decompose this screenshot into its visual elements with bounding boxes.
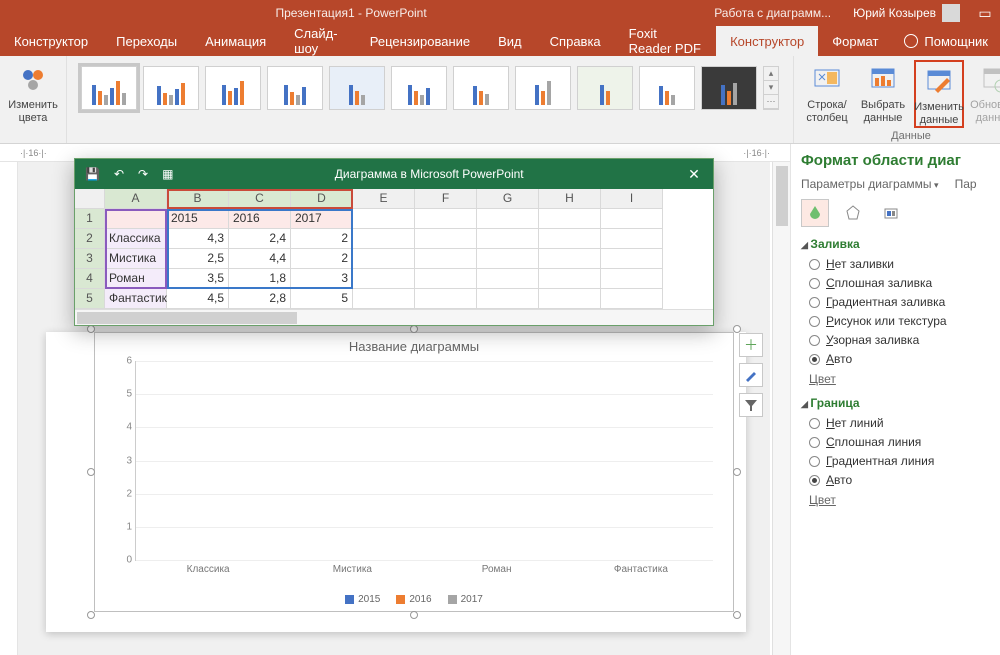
text-options-tab[interactable]: Пар — [955, 177, 977, 191]
palette-icon — [17, 64, 49, 96]
tell-me[interactable]: Помощник — [892, 26, 1000, 56]
fill-line-icon[interactable] — [801, 199, 829, 227]
slide-canvas[interactable]: Название диаграммы 0123456КлассикаМистик… — [18, 162, 770, 655]
chart-style-11[interactable] — [701, 66, 757, 110]
chart-title[interactable]: Название диаграммы — [95, 333, 733, 356]
chart-object[interactable]: Название диаграммы 0123456КлассикаМистик… — [94, 332, 734, 612]
format-pane: Формат области диаг Параметры диаграммы … — [790, 144, 1000, 655]
user-area[interactable]: Юрий Козырев — [843, 4, 970, 22]
chart-styles-button[interactable] — [739, 363, 763, 387]
format-pane-subheader: Параметры диаграммы Пар — [801, 177, 994, 191]
chart-style-8[interactable] — [515, 66, 571, 110]
chart-style-5[interactable] — [329, 66, 385, 110]
tab-view[interactable]: Вид — [484, 26, 536, 56]
tab-transitions[interactable]: Переходы — [102, 26, 191, 56]
tab-design[interactable]: Конструктор — [0, 26, 102, 56]
size-props-icon[interactable] — [877, 199, 905, 227]
radio-option[interactable]: Авто — [809, 352, 994, 366]
undo-icon[interactable]: ↶ — [114, 167, 124, 181]
chart-style-10[interactable] — [639, 66, 695, 110]
table-icon[interactable]: ▦ — [162, 167, 173, 181]
ribbon-tabs: Конструктор Переходы Анимация Слайд-шоу … — [0, 26, 1000, 56]
context-title: Работа с диаграмм... — [702, 6, 843, 20]
group-colors: Изменить цвета — [0, 56, 67, 143]
chart-style-2[interactable] — [143, 66, 199, 110]
border-section-header[interactable]: Граница — [801, 396, 994, 410]
switch-icon — [811, 64, 843, 96]
data-sheet-scrollbar[interactable] — [75, 309, 713, 325]
window-restore-icon[interactable]: ▭ — [970, 5, 1000, 22]
chart-styles-gallery[interactable]: ▴▾⋯ — [75, 60, 785, 143]
effects-icon[interactable] — [839, 199, 867, 227]
radio-option[interactable]: Градиентная линия — [809, 454, 994, 468]
tab-slideshow[interactable]: Слайд-шоу — [280, 26, 356, 56]
data-sheet-title: Диаграмма в Microsoft PowerPoint — [187, 167, 671, 181]
ruler-vertical — [0, 162, 18, 655]
switch-row-col-button[interactable]: Строка/ столбец — [802, 60, 852, 124]
window-title: Презентация1 - PowerPoint — [0, 6, 702, 20]
radio-option[interactable]: Рисунок или текстура — [809, 314, 994, 328]
select-data-button[interactable]: Выбрать данные — [858, 60, 908, 124]
chart-styles-more[interactable]: ▴▾⋯ — [763, 66, 779, 110]
bulb-icon — [904, 34, 918, 48]
select-data-icon — [867, 64, 899, 96]
format-category-icons — [801, 199, 994, 227]
tab-review[interactable]: Рецензирование — [356, 26, 484, 56]
format-pane-title: Формат области диаг — [801, 152, 994, 169]
border-color-link[interactable]: Цвет — [809, 493, 994, 507]
refresh-icon — [979, 64, 1000, 96]
group-data-label: Данные — [891, 128, 931, 145]
chart-side-buttons: ＋ — [739, 333, 763, 417]
radio-option[interactable]: Сплошная заливка — [809, 276, 994, 290]
border-options: Нет линий Сплошная линия Градиентная линия… — [809, 416, 994, 487]
chart-style-6[interactable] — [391, 66, 447, 110]
edit-data-button[interactable]: Изменить данные — [914, 60, 964, 128]
title-bar: Презентация1 - PowerPoint Работа с диагр… — [0, 0, 1000, 26]
radio-option[interactable]: Авто — [809, 473, 994, 487]
change-colors-button[interactable]: Изменить цвета — [8, 60, 58, 124]
chart-style-1[interactable] — [81, 66, 137, 110]
chart-options-dropdown[interactable]: Параметры диаграммы — [801, 177, 939, 191]
chart-elements-button[interactable]: ＋ — [739, 333, 763, 357]
user-name: Юрий Козырев — [853, 6, 936, 20]
tab-chart-design[interactable]: Конструктор — [716, 26, 818, 56]
chart-plot-area[interactable]: 0123456КлассикаМистикаРоманФантастика — [135, 361, 713, 561]
data-sheet-grid[interactable]: ABCDEFGHI12015201620172Классика4,32,423М… — [75, 189, 713, 309]
radio-option[interactable]: Нет заливки — [809, 257, 994, 271]
chart-style-3[interactable] — [205, 66, 261, 110]
group-data: Строка/ столбец Выбрать данные Изменить … — [794, 56, 1000, 143]
chart-filter-button[interactable] — [739, 393, 763, 417]
chart-style-7[interactable] — [453, 66, 509, 110]
chart-legend[interactable]: 201520162017 — [95, 594, 733, 605]
chart-style-9[interactable] — [577, 66, 633, 110]
save-icon[interactable]: 💾 — [85, 167, 100, 181]
refresh-data-button[interactable]: Обновить данные — [970, 60, 1000, 124]
ribbon: Изменить цвета ▴▾⋯ Строка/ столбец — [0, 56, 1000, 144]
slide-area: ·|·16·|· ·|·16·|· Название диаграммы 012… — [0, 144, 790, 655]
fill-color-link[interactable]: Цвет — [809, 372, 994, 386]
fill-options: Нет заливки Сплошная заливка Градиентная з… — [809, 257, 994, 366]
workspace: ·|·16·|· ·|·16·|· Название диаграммы 012… — [0, 144, 1000, 655]
data-sheet-grid-wrap: ABCDEFGHI12015201620172Классика4,32,423М… — [75, 189, 713, 309]
edit-data-icon — [923, 66, 955, 98]
tab-help[interactable]: Справка — [536, 26, 615, 56]
radio-option[interactable]: Нет линий — [809, 416, 994, 430]
radio-option[interactable]: Узорная заливка — [809, 333, 994, 347]
radio-option[interactable]: Градиентная заливка — [809, 295, 994, 309]
redo-icon[interactable]: ↷ — [138, 167, 148, 181]
radio-option[interactable]: Сплошная линия — [809, 435, 994, 449]
chart-style-4[interactable] — [267, 66, 323, 110]
group-chart-styles: ▴▾⋯ — [67, 56, 794, 143]
avatar-icon — [942, 4, 960, 22]
tab-chart-format[interactable]: Формат — [818, 26, 892, 56]
data-sheet-window[interactable]: 💾 ↶ ↷ ▦ Диаграмма в Microsoft PowerPoint… — [74, 158, 714, 326]
vertical-scrollbar[interactable] — [772, 162, 790, 655]
tab-foxit[interactable]: Foxit Reader PDF — [615, 26, 716, 56]
tab-animation[interactable]: Анимация — [191, 26, 280, 56]
fill-section-header[interactable]: Заливка — [801, 237, 994, 251]
data-sheet-titlebar[interactable]: 💾 ↶ ↷ ▦ Диаграмма в Microsoft PowerPoint… — [75, 159, 713, 189]
slide: Название диаграммы 0123456КлассикаМистик… — [46, 332, 746, 632]
close-icon[interactable]: ✕ — [685, 166, 703, 183]
